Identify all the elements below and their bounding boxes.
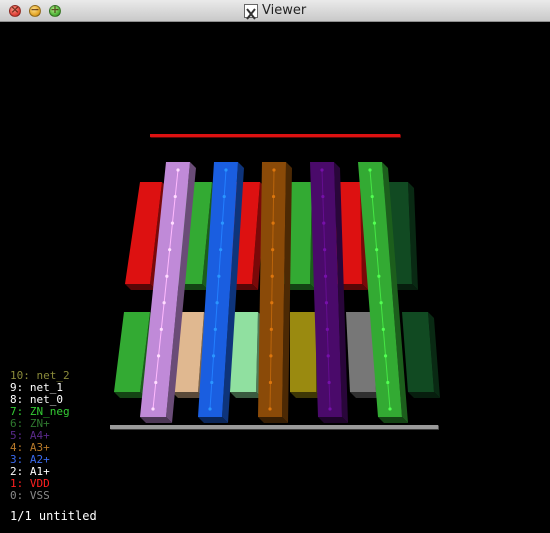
- gate-a2-via: [211, 354, 216, 358]
- vss-rail-bottom: [110, 429, 439, 430]
- gate-a1-via: [162, 301, 166, 305]
- gate-a2-via: [215, 301, 219, 305]
- gate-a4-via: [323, 248, 327, 252]
- gate-a2-via: [208, 407, 212, 411]
- vss-rail: [110, 425, 438, 429]
- legend-item: 0: VSS: [10, 489, 50, 502]
- status-text: 1/1 untitled: [10, 509, 97, 523]
- window-title: Viewer: [262, 3, 307, 18]
- gate-a1-via: [154, 380, 158, 385]
- gate-a1-via: [170, 221, 175, 225]
- layer-legend: 10: net_2 9: net_1 8: net_0 7: ZN_neg 6: ZN+…: [10, 370, 70, 502]
- vdd-rail: [150, 134, 400, 137]
- gate-a4-via: [325, 327, 329, 331]
- gate-a2-via: [222, 194, 226, 199]
- gate-a1-via: [176, 168, 180, 172]
- gate-a2-via: [224, 168, 228, 172]
- gate-a1-via: [173, 194, 177, 199]
- gate-zn-via: [381, 327, 385, 331]
- vdd-rail-bottom: [150, 137, 401, 138]
- x11-app-icon: [244, 4, 258, 20]
- gate-a3-via: [271, 221, 275, 225]
- gate-zn-via: [377, 274, 381, 278]
- gate-a3-via: [272, 168, 276, 172]
- gate-zn-via: [372, 221, 377, 225]
- gate-zn-via: [386, 380, 390, 385]
- gate-zn-via: [370, 194, 374, 199]
- gate-a4-via: [321, 194, 325, 199]
- gate-a3-via: [269, 327, 273, 331]
- minimize-button[interactable]: −: [29, 3, 41, 17]
- close-button[interactable]: ×: [9, 3, 21, 17]
- maximize-icon: +: [50, 3, 60, 16]
- gate-a1-via: [156, 354, 161, 358]
- gate-a1-via: [159, 327, 163, 331]
- gate-zn-via: [368, 168, 372, 172]
- gate-a2-via: [213, 327, 217, 331]
- gate-a2-via: [219, 248, 223, 252]
- gate-zn-via: [383, 354, 388, 358]
- gate-a2-via: [217, 274, 221, 278]
- lower-block-3: [290, 312, 316, 392]
- gate-a3-via: [269, 354, 273, 358]
- gate-a3-via: [270, 301, 274, 305]
- title-bar[interactable]: × − + Viewer: [0, 0, 550, 22]
- minimize-icon: −: [30, 3, 40, 16]
- gate-zn-via: [379, 301, 383, 305]
- maximize-button[interactable]: +: [49, 3, 61, 17]
- close-icon: ×: [10, 3, 20, 16]
- gate-a4-via: [328, 407, 332, 411]
- gate-a4-via: [323, 274, 328, 278]
- gate-a4-via: [320, 168, 324, 172]
- gate-a4-via: [324, 301, 329, 305]
- gate-zn-via: [388, 407, 392, 411]
- gate-a2-via: [210, 380, 214, 385]
- gate-a3-via: [271, 248, 275, 252]
- gate-a1-via: [168, 248, 172, 252]
- layout-3d-render[interactable]: [0, 22, 550, 529]
- gate-a4-via: [326, 354, 330, 358]
- gate-a1-via: [151, 407, 155, 411]
- gate-a2-via: [220, 221, 225, 225]
- 3d-viewport[interactable]: [0, 22, 550, 529]
- gate-a3-via: [268, 407, 272, 411]
- gate-a3-via: [270, 274, 274, 278]
- viewer-window: × − + Viewer 10: net_2 9: net_1 8: net_0 7:…: [0, 0, 550, 529]
- gate-a3-via: [268, 380, 273, 385]
- gate-a1-via: [165, 274, 169, 278]
- gate-zn-via: [375, 248, 379, 252]
- gate-a4-via: [327, 380, 331, 385]
- gate-a3-via: [271, 194, 276, 199]
- gate-a4-via: [322, 221, 326, 225]
